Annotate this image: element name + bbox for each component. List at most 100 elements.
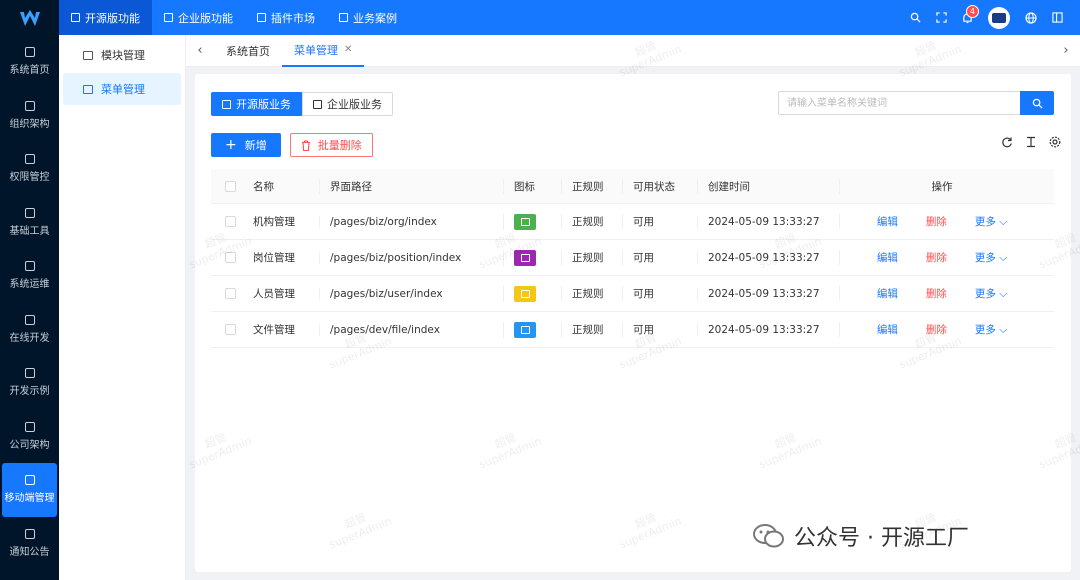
top-nav-label: 开源版功能	[85, 11, 140, 25]
top-nav-item[interactable]: 插件市场	[245, 0, 327, 35]
leftbar-item-label: 在线开发	[9, 332, 50, 344]
language-globe-icon[interactable]	[1018, 0, 1044, 35]
fullscreen-icon[interactable]	[928, 0, 954, 35]
search-icon[interactable]	[902, 0, 928, 35]
table-row: 文件管理/pages/dev/file/index 正规则 可用 2024-05-09…	[211, 312, 1054, 348]
watermark-line2: superAdmin	[757, 434, 824, 472]
more-dropdown[interactable]: 更多 ⌵	[975, 214, 1007, 229]
watermark-line1: 超管	[342, 510, 369, 532]
row-checkbox[interactable]	[225, 324, 236, 335]
table-row: 机构管理/pages/biz/org/index 正规则 可用 2024-05-09 …	[211, 204, 1054, 240]
segment-opensource-button[interactable]: 开源版业务	[211, 92, 302, 116]
menu-item-icon	[83, 50, 93, 60]
menu-table: 名称 界面路径 图标 正规则 可用状态 创建时间 操作 机构管理/pages/b…	[211, 169, 1054, 348]
batch-delete-button[interactable]: 批量删除	[289, 133, 373, 157]
settings-gear-icon[interactable]	[1049, 136, 1061, 151]
leftbar-item[interactable]: 移动端管理	[2, 463, 57, 517]
doc-icon	[24, 261, 35, 272]
nav-item-icon	[71, 13, 80, 22]
chevron-down-icon: ⌵	[999, 252, 1008, 264]
delete-link[interactable]: 删除	[926, 286, 947, 301]
search-button[interactable]	[1020, 91, 1054, 115]
header-ops: 操作	[839, 178, 1044, 194]
tabs-scroll-right-icon[interactable]: ›	[1052, 43, 1080, 58]
cell-status: 可用	[622, 250, 697, 265]
main-sidebar: 系统首页组织架构权限管控基础工具 系统运维在线开发开发示例公司架构 移动端管理 通知公…	[0, 0, 59, 580]
app-logo[interactable]	[0, 0, 59, 35]
watermark-line2: superAdmin	[617, 514, 684, 552]
cell-path: /pages/biz/position/index	[319, 251, 503, 264]
top-nav-label: 业务案例	[353, 11, 397, 25]
notification-badge: 4	[965, 5, 979, 18]
select-all-checkbox[interactable]	[225, 180, 236, 192]
cell-path: /pages/biz/user/index	[319, 287, 503, 300]
close-icon[interactable]: ✕	[344, 44, 352, 55]
leftbar-item[interactable]: 系统首页	[0, 35, 59, 89]
leftbar-item-label: 组织架构	[9, 118, 50, 130]
cell-name: 岗位管理	[253, 252, 295, 264]
top-nav-item[interactable]: 开源版功能	[59, 0, 152, 35]
delete-link[interactable]: 删除	[926, 250, 947, 265]
top-nav-item[interactable]: 企业版功能	[152, 0, 245, 35]
edit-link[interactable]: 编辑	[877, 286, 898, 301]
more-dropdown[interactable]: 更多 ⌵	[975, 322, 1007, 337]
delete-link[interactable]: 删除	[926, 322, 947, 337]
leftbar-item[interactable]: 通知公告	[0, 517, 59, 571]
plus-icon: +	[225, 137, 237, 153]
table-header-row: 名称 界面路径 图标 正规则 可用状态 创建时间 操作	[211, 169, 1054, 204]
document-icon	[222, 99, 231, 109]
menu-search	[778, 91, 1054, 115]
menu-glyph-icon	[520, 289, 530, 298]
watermark-text: 超管superAdmin	[473, 423, 543, 472]
notification-bell-icon[interactable]: 4	[954, 0, 980, 35]
watermark-text: 超管superAdmin	[753, 423, 824, 472]
cluster-icon	[24, 421, 35, 432]
subbar-item[interactable]: 模块管理	[63, 39, 181, 71]
leftbar-item-label: 开发示例	[9, 386, 50, 398]
page-tab[interactable]: 系统首页	[214, 35, 282, 67]
refresh-icon[interactable]	[1001, 136, 1013, 151]
edit-link[interactable]: 编辑	[877, 214, 898, 229]
column-height-icon[interactable]	[1025, 136, 1037, 151]
leftbar-item[interactable]: 组织架构	[0, 89, 59, 143]
leftbar-item[interactable]: 开发示例	[0, 356, 59, 410]
tabs-scroll-left-icon[interactable]: ‹	[186, 43, 214, 58]
leftbar-item[interactable]: 权限管控	[0, 142, 59, 196]
table-row: 岗位管理/pages/biz/position/index 正规则 可用 2024-0…	[211, 240, 1054, 276]
page-tab[interactable]: 菜单管理 ✕	[282, 35, 365, 67]
cell-time: 2024-05-09 13:33:27	[697, 323, 839, 336]
leftbar-item[interactable]: 在线开发	[0, 303, 59, 357]
leftbar-item-label: 权限管控	[9, 172, 50, 184]
monitor-icon	[313, 99, 322, 109]
chevron-down-icon: ⌵	[999, 288, 1008, 300]
leftbar-item[interactable]: 基础工具	[0, 196, 59, 250]
delete-link[interactable]: 删除	[926, 214, 947, 229]
edit-link[interactable]: 编辑	[877, 250, 898, 265]
more-dropdown[interactable]: 更多 ⌵	[975, 250, 1007, 265]
cell-status: 可用	[622, 286, 697, 301]
segment-enterprise-button[interactable]: 企业版业务	[302, 92, 393, 116]
cell-path: /pages/dev/file/index	[319, 323, 503, 336]
wechat-icon	[753, 524, 784, 548]
user-avatar[interactable]	[988, 6, 1010, 29]
more-dropdown[interactable]: 更多 ⌵	[975, 286, 1007, 301]
watermark-line1: 超管	[202, 430, 229, 452]
watermark-line2: superAdmin	[1037, 434, 1080, 472]
edit-link[interactable]: 编辑	[877, 322, 898, 337]
top-nav-item[interactable]: 业务案例	[327, 0, 409, 35]
leftbar-item[interactable]: 公司架构	[0, 410, 59, 464]
row-checkbox[interactable]	[225, 288, 236, 299]
menu-search-input[interactable]	[778, 91, 1020, 115]
leftbar-item[interactable]: 系统运维	[0, 249, 59, 303]
add-button[interactable]: + 新增	[211, 133, 281, 157]
menu-glyph-icon	[520, 325, 530, 334]
row-checkbox[interactable]	[225, 252, 236, 263]
nav-item-icon	[164, 13, 173, 22]
cell-time: 2024-05-09 13:33:27	[697, 287, 839, 300]
more-label: 更多	[974, 252, 996, 264]
watermark-line2: superAdmin	[187, 434, 254, 472]
header-path: 界面路径	[319, 178, 503, 194]
row-checkbox[interactable]	[225, 216, 236, 227]
subbar-item[interactable]: 菜单管理	[63, 73, 181, 105]
layout-setting-icon[interactable]	[1044, 0, 1070, 35]
